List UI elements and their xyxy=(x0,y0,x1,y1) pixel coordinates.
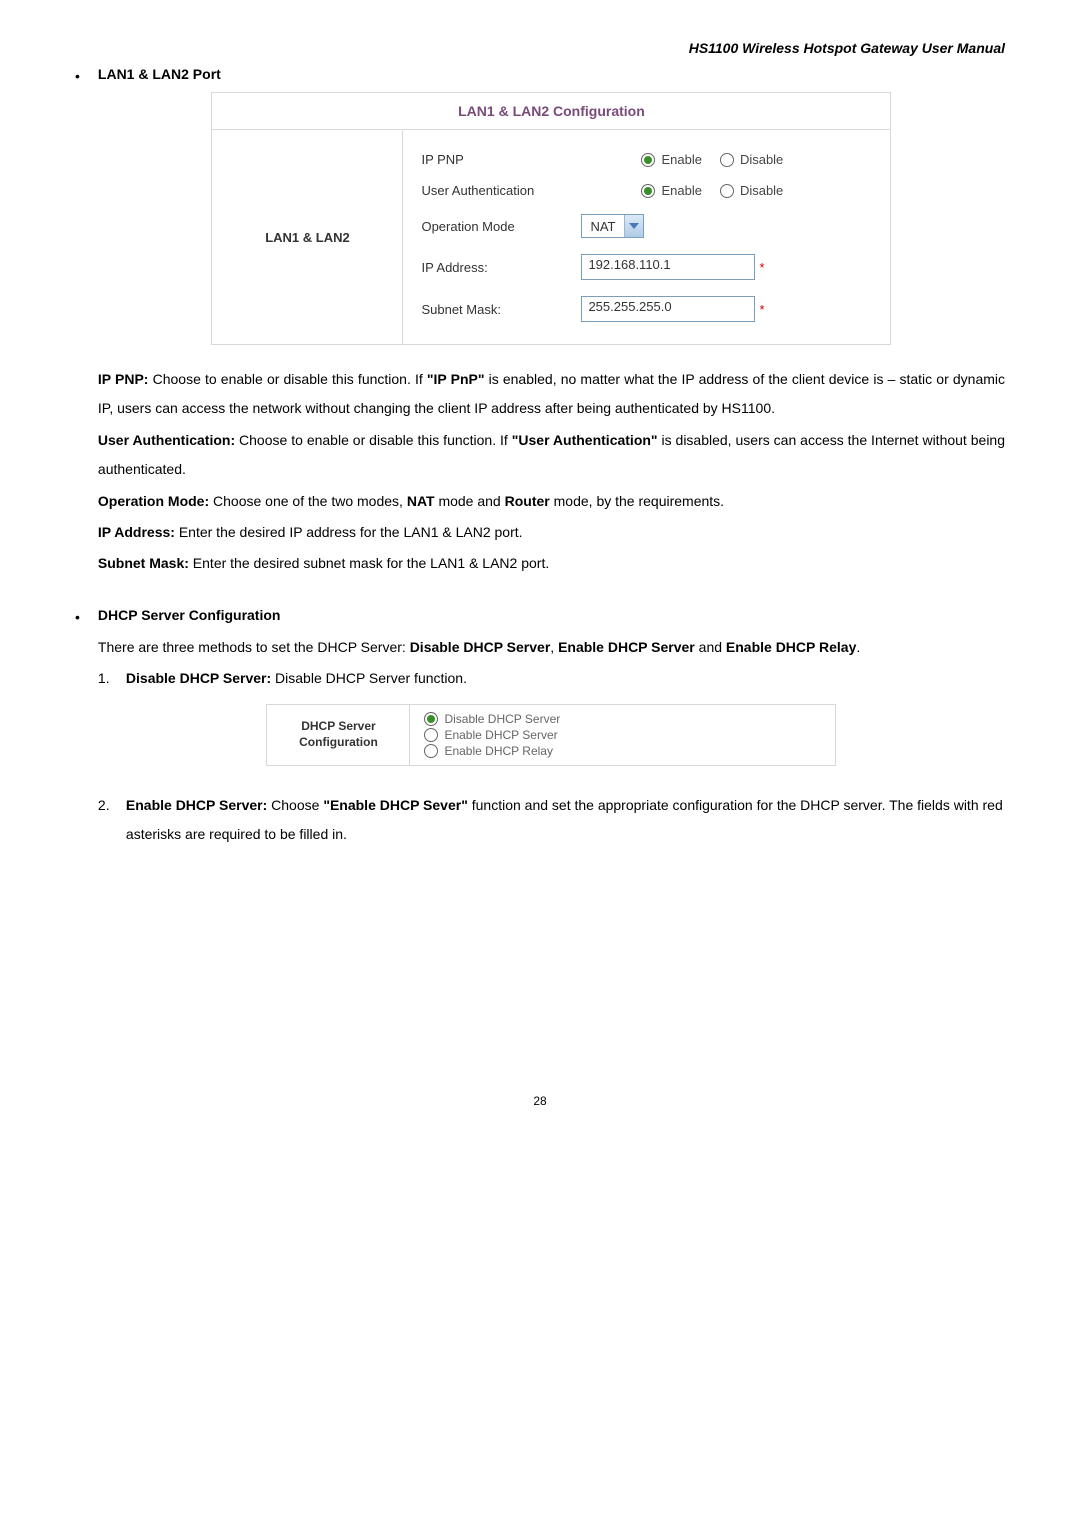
chevron-down-icon xyxy=(624,215,643,237)
dhcp-relay-radio[interactable] xyxy=(424,744,438,758)
list-item-1: Disable DHCP Server: Disable DHCP Server… xyxy=(126,664,1005,693)
list-number-2: 2. xyxy=(98,791,126,850)
lan-config-table: LAN1 & LAN2 Configuration LAN1 & LAN2 IP… xyxy=(211,92,891,345)
page-header: HS1100 Wireless Hotspot Gateway User Man… xyxy=(75,40,1005,56)
dhcp-config-table: DHCP ServerConfiguration Disable DHCP Se… xyxy=(266,704,836,766)
ippnp-label: IP PNP xyxy=(421,152,581,167)
ipaddr-description: IP Address: Enter the desired IP address… xyxy=(98,518,1005,547)
ippnp-disable-text: Disable xyxy=(740,152,783,167)
subnet-label: Subnet Mask: xyxy=(421,302,581,317)
subnet-description: Subnet Mask: Enter the desired subnet ma… xyxy=(98,549,1005,578)
opmode-value: NAT xyxy=(582,219,623,234)
ippnp-enable-text: Enable xyxy=(661,152,701,167)
userauth-label: User Authentication xyxy=(421,183,581,198)
dhcp-enable-radio[interactable] xyxy=(424,728,438,742)
dhcp-enable-label: Enable DHCP Server xyxy=(444,728,557,742)
userauth-description: User Authentication: Choose to enable or… xyxy=(98,426,1005,485)
opmode-select[interactable]: NAT xyxy=(581,214,643,238)
ipaddr-label: IP Address: xyxy=(421,260,581,275)
ippnp-disable-radio[interactable] xyxy=(720,153,734,167)
dhcp-intro: There are three methods to set the DHCP … xyxy=(98,633,1005,662)
required-asterisk: * xyxy=(759,260,764,275)
dhcp-disable-label: Disable DHCP Server xyxy=(444,712,560,726)
bullet-icon: • xyxy=(75,68,80,84)
ipaddr-input[interactable]: 192.168.110.1 xyxy=(581,254,755,280)
opmode-description: Operation Mode: Choose one of the two mo… xyxy=(98,487,1005,516)
userauth-enable-text: Enable xyxy=(661,183,701,198)
list-number-1: 1. xyxy=(98,664,126,693)
dhcp-relay-label: Enable DHCP Relay xyxy=(444,744,553,758)
userauth-disable-radio[interactable] xyxy=(720,184,734,198)
ippnp-enable-radio[interactable] xyxy=(641,153,655,167)
bullet-icon: • xyxy=(75,609,80,625)
list-item-2: Enable DHCP Server: Choose "Enable DHCP … xyxy=(126,791,1005,850)
required-asterisk: * xyxy=(759,302,764,317)
page-number: 28 xyxy=(75,1094,1005,1108)
lan-config-title: LAN1 & LAN2 Configuration xyxy=(212,93,891,130)
dhcp-side-label: DHCP ServerConfiguration xyxy=(267,704,410,765)
dhcp-disable-radio[interactable] xyxy=(424,712,438,726)
userauth-disable-text: Disable xyxy=(740,183,783,198)
userauth-enable-radio[interactable] xyxy=(641,184,655,198)
subnet-input[interactable]: 255.255.255.0 xyxy=(581,296,755,322)
section-heading-dhcp: DHCP Server Configuration xyxy=(98,607,1005,623)
ippnp-description: IP PNP: Choose to enable or disable this… xyxy=(98,365,1005,424)
lan-config-side-label: LAN1 & LAN2 xyxy=(212,130,403,345)
opmode-label: Operation Mode xyxy=(421,219,581,234)
section-heading-lan: LAN1 & LAN2 Port xyxy=(98,66,1005,82)
